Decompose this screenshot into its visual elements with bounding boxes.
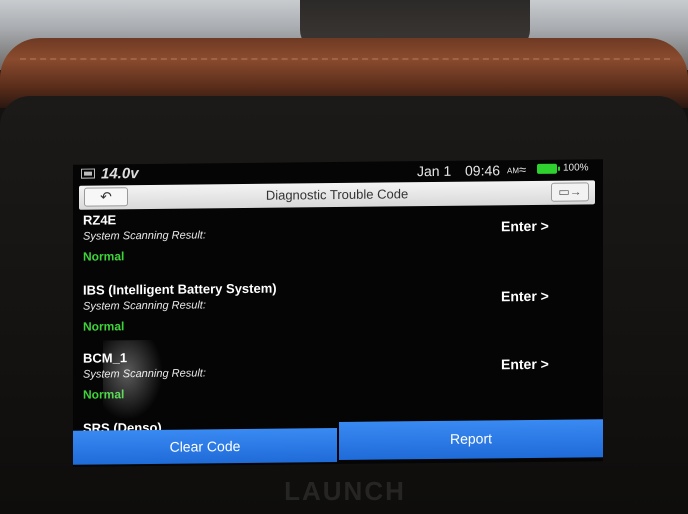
voltage-readout: 14.0v [101, 165, 139, 183]
device-screen: 14.0v Jan 1 09:46 AM ≈ 100% Diagnostic T… [73, 159, 603, 467]
wifi-icon: ≈ [519, 162, 527, 178]
scan-result-label: System Scanning Result: [83, 299, 206, 313]
system-list: RZ4E System Scanning Result: Normal Ente… [73, 207, 603, 435]
system-name: RZ4E [83, 212, 117, 228]
bottom-action-bar: Clear Code Report [73, 417, 603, 467]
status-date: Jan 1 [417, 162, 452, 180]
scan-status: Normal [83, 249, 125, 264]
system-name: BCM_1 [83, 350, 128, 366]
status-time-suffix: AM [507, 166, 519, 176]
scan-status: Normal [83, 387, 125, 402]
enter-button[interactable]: Enter > [501, 356, 549, 373]
system-name: IBS (Intelligent Battery System) [83, 280, 277, 298]
battery-voltage-icon [81, 168, 95, 179]
list-item[interactable]: RZ4E System Scanning Result: Normal Ente… [73, 207, 603, 279]
status-time: 09:46 [465, 162, 501, 179]
enter-button[interactable]: Enter > [501, 288, 549, 305]
report-button[interactable]: Report [339, 419, 603, 460]
clear-code-button[interactable]: Clear Code [73, 428, 337, 465]
title-bar: Diagnostic Trouble Code ↶ ▭→ [79, 180, 595, 210]
device-brand-logo: LAUNCH [284, 476, 406, 506]
exit-icon: ▭→ [558, 184, 582, 199]
case-stitching [20, 58, 670, 60]
back-arrow-icon: ↶ [100, 188, 112, 205]
scan-result-label: System Scanning Result: [83, 229, 206, 243]
scan-status: Normal [83, 319, 125, 334]
battery-percent: 100% [563, 162, 589, 174]
exit-button[interactable]: ▭→ [551, 182, 589, 202]
list-item[interactable]: IBS (Intelligent Battery System) System … [73, 277, 603, 349]
back-button[interactable]: ↶ [84, 187, 128, 207]
list-item[interactable]: BCM_1 System Scanning Result: Normal Ent… [73, 345, 603, 417]
enter-button[interactable]: Enter > [501, 218, 549, 235]
battery-icon [537, 163, 557, 174]
page-title: Diagnostic Trouble Code [265, 186, 409, 203]
scan-result-label: System Scanning Result: [83, 367, 206, 381]
